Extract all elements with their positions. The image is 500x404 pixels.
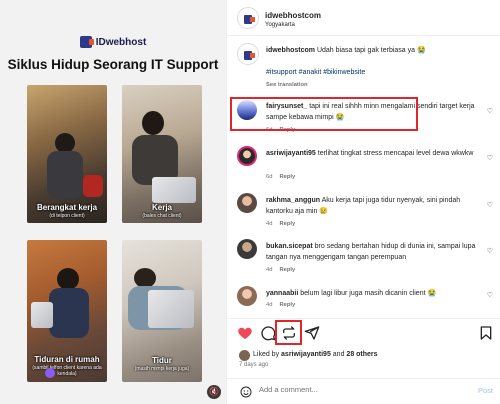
post-location[interactable]: Yogyakarta (265, 22, 295, 28)
brand-logo: IDwebhost (0, 36, 226, 48)
tile-subcaption: (di telpon client) (49, 213, 85, 219)
like-comment-icon[interactable]: ♡ (487, 247, 493, 255)
like-comment-icon[interactable]: ♡ (487, 291, 493, 299)
comment-text: bukan.sicepat bro sedang bertahan hidup … (266, 243, 476, 261)
comment-input[interactable] (259, 385, 439, 394)
post-caption: idwebhostcom Udah biasa tapi gak terbias… (266, 46, 476, 57)
comment-meta: 4d Reply (266, 267, 302, 273)
heart-filled-icon[interactable] (237, 325, 253, 341)
add-comment-bar: Post (227, 378, 500, 404)
comment-text: yannaabii belum lagi libur juga masih di… (266, 290, 437, 297)
comment-text: asriwijayanti95 terlihat tingkat stress … (266, 150, 474, 157)
reply-button[interactable]: Reply (279, 302, 295, 308)
comment-meta: 4d Reply (266, 221, 302, 227)
commenter-avatar[interactable] (237, 286, 257, 306)
reply-button[interactable]: Reply (279, 267, 295, 273)
share-icon[interactable] (304, 325, 320, 341)
comment-username[interactable]: rakhma_anggun (266, 197, 320, 204)
caption-meta: See translation (266, 82, 315, 88)
comment-time: 4d (266, 302, 273, 308)
commenter-avatar[interactable] (237, 146, 257, 166)
divider (227, 35, 500, 36)
tile-caption: Berangkat kerja (36, 203, 98, 212)
comment-time: 6d (266, 174, 273, 180)
post-timestamp: 7 days ago (239, 362, 269, 368)
reply-button[interactable]: Reply (279, 221, 295, 227)
comment-username[interactable]: bukan.sicepat (266, 243, 313, 250)
highlight-box-repost (275, 320, 302, 345)
mute-icon[interactable]: 🔇 (207, 385, 221, 399)
media-overlay-icon (45, 368, 55, 378)
comment-time: 4d (266, 267, 273, 273)
media-tile-1: Berangkat kerja (di telpon client) (27, 85, 107, 223)
emoji-icon[interactable] (240, 386, 252, 398)
comment-username[interactable]: asriwijayanti95 (266, 150, 316, 157)
media-title: Siklus Hidup Seorang IT Support (7, 57, 219, 72)
tile-subcaption: (masih mimpi kerja juga) (134, 366, 190, 372)
tile-subcaption: (sambil telfon client karena ada kendala… (32, 365, 102, 377)
commenter-avatar[interactable] (237, 193, 257, 213)
reply-button[interactable]: Reply (279, 174, 295, 180)
tile-caption: Tiduran di rumah (34, 355, 100, 364)
like-comment-icon[interactable]: ♡ (487, 107, 493, 115)
likes-others[interactable]: 28 others (346, 351, 377, 358)
comment-time: 4d (266, 221, 273, 227)
commenter-avatar[interactable] (237, 239, 257, 259)
caption-text: Udah biasa tapi gak terbiasa ya 😭 (316, 47, 426, 54)
brand-name: IDwebhost (95, 36, 147, 48)
post-details-panel: idwebhostcom Yogyakarta idwebhostcom Uda… (226, 0, 500, 404)
comment-icon[interactable] (260, 325, 276, 341)
post-comment-button[interactable]: Post (478, 386, 493, 395)
comment-meta: 6d Reply (266, 174, 302, 180)
post-media[interactable]: IDwebhost Siklus Hidup Seorang IT Suppor… (0, 0, 226, 404)
liker-avatar[interactable] (239, 350, 250, 361)
author-username[interactable]: idwebhostcom (265, 11, 321, 20)
highlight-box-comment (230, 97, 418, 131)
post-action-bar (227, 320, 500, 345)
media-tile-2: Kerja (bales chat client) (122, 85, 202, 223)
brand-mark-icon (79, 36, 94, 48)
tile-caption: Kerja (151, 203, 172, 212)
liker-username[interactable]: asriwijayanti95 (281, 351, 331, 358)
see-translation-link[interactable]: See translation (266, 82, 308, 88)
divider (227, 318, 500, 319)
tile-subcaption: (bales chat client) (142, 213, 182, 219)
likes-summary[interactable]: Liked by asriwijayanti95 and 28 others (253, 351, 378, 358)
comment-text: rakhma_anggun Aku kerja tapi juga tidur … (266, 197, 461, 215)
media-tile-4: Tidur (masih mimpi kerja juga) (122, 240, 202, 382)
media-tile-3: Tiduran di rumah (sambil telfon client k… (27, 240, 107, 382)
caption-avatar[interactable] (237, 43, 259, 65)
comment-username[interactable]: yannaabii (266, 290, 298, 297)
caption-username[interactable]: idwebhostcom (266, 47, 315, 54)
like-comment-icon[interactable]: ♡ (487, 201, 493, 209)
post-hashtags[interactable]: #itsupport #anakit #bikinwebsite (266, 69, 365, 76)
tile-caption: Tidur (152, 356, 172, 365)
author-avatar[interactable] (237, 7, 259, 29)
comment-meta: 4d Reply (266, 302, 302, 308)
bookmark-icon[interactable] (478, 325, 494, 341)
like-comment-icon[interactable]: ♡ (487, 154, 493, 162)
